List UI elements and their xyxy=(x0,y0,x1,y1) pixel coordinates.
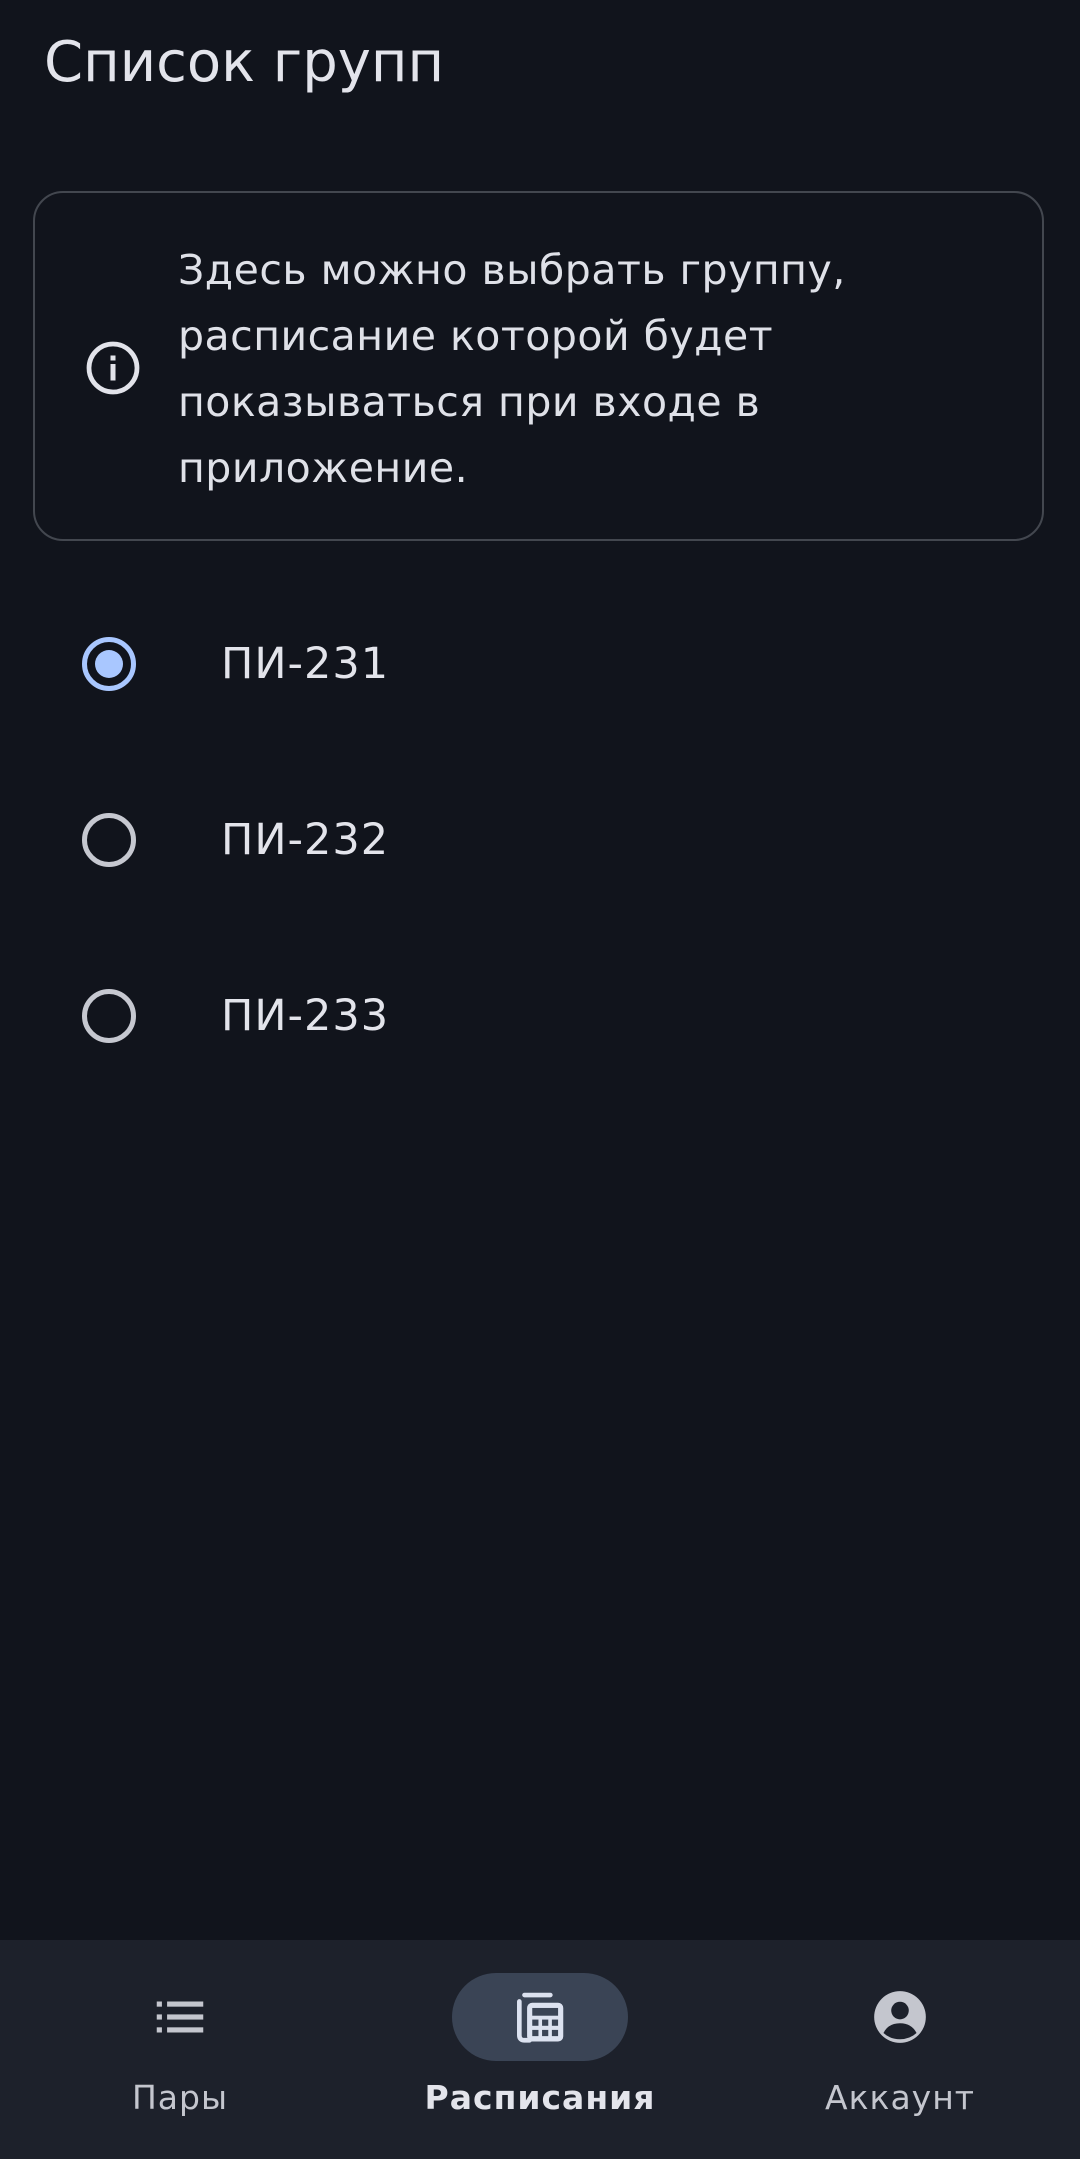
radio-button-checked[interactable] xyxy=(82,637,136,691)
group-option-pi-232[interactable]: ПИ-232 xyxy=(0,765,1080,915)
radio-button[interactable] xyxy=(82,813,136,867)
info-text: Здесь можно выбрать группу, расписание к… xyxy=(178,246,846,492)
info-icon xyxy=(86,341,140,395)
bottom-navigation-bar: Пары Расписания Аккаунт xyxy=(0,1940,1080,2159)
nav-label: Аккаунт xyxy=(825,2078,975,2117)
group-option-pi-233[interactable]: ПИ-233 xyxy=(0,941,1080,1091)
nav-label: Расписания xyxy=(424,2078,656,2117)
calendar-icon xyxy=(517,1992,564,2043)
nav-item-schedules[interactable]: Расписания xyxy=(360,1940,720,2159)
account-circle-icon xyxy=(874,1991,926,2043)
screen: Список групп Здесь можно выбрать группу,… xyxy=(0,0,1080,2159)
group-option-label: ПИ-232 xyxy=(221,815,390,865)
nav-label: Пары xyxy=(131,2078,229,2117)
group-option-pi-231[interactable]: ПИ-231 xyxy=(0,589,1080,739)
nav-item-pairs[interactable]: Пары xyxy=(0,1940,360,2159)
list-icon xyxy=(156,2001,204,2033)
nav-item-account[interactable]: Аккаунт xyxy=(720,1940,1080,2159)
group-option-label: ПИ-231 xyxy=(221,639,390,689)
page-title: Список групп xyxy=(44,30,445,95)
group-option-label: ПИ-233 xyxy=(221,991,390,1041)
radio-button[interactable] xyxy=(82,989,136,1043)
info-card: Здесь можно выбрать группу, расписание к… xyxy=(33,191,1044,541)
